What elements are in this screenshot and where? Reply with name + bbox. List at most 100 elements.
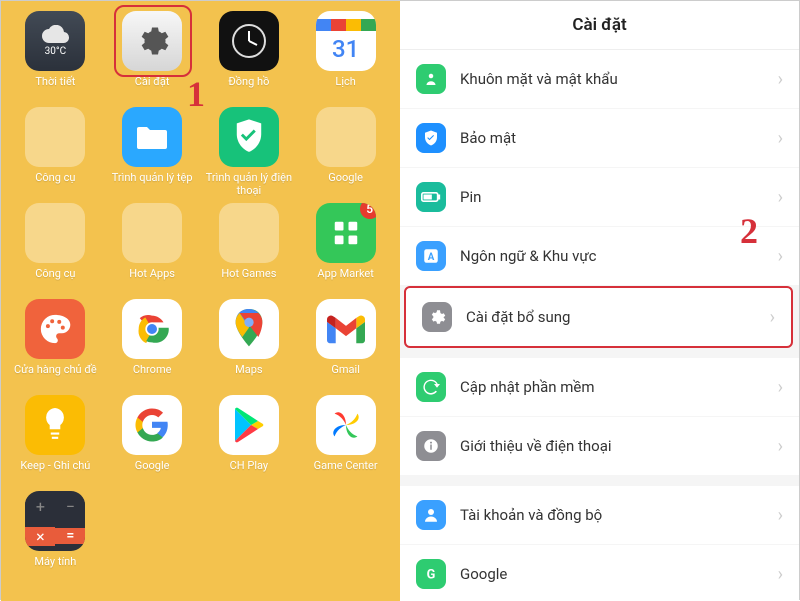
app-label: Chrome bbox=[133, 363, 172, 389]
folder-icon bbox=[316, 107, 376, 167]
gear-icon bbox=[422, 302, 452, 332]
folder-icon bbox=[25, 203, 85, 263]
app-label: Hot Apps bbox=[129, 267, 175, 293]
step-2-label: 2 bbox=[740, 210, 758, 252]
maps-pin-icon bbox=[231, 309, 267, 349]
settings-item-g[interactable]: G Google› bbox=[400, 545, 799, 601]
settings-title: Cài đặt bbox=[400, 1, 799, 50]
app-keep[interactable]: Keep - Ghi chú bbox=[9, 395, 102, 485]
lightbulb-icon bbox=[42, 408, 68, 442]
app-file-manager[interactable]: Trình quản lý tệp bbox=[106, 107, 199, 197]
app-label: Keep - Ghi chú bbox=[20, 459, 90, 485]
gear-icon bbox=[134, 23, 170, 59]
app-game-center[interactable]: Game Center bbox=[299, 395, 392, 485]
settings-item-user[interactable]: Tài khoản và đồng bộ› bbox=[400, 486, 799, 545]
step-1-label: 1 bbox=[187, 73, 205, 115]
settings-screen: Cài đặt Khuôn mặt và mật khẩu›Bảo mật›Pi… bbox=[400, 1, 799, 601]
settings-item-label: Pin bbox=[460, 188, 778, 206]
section-gap bbox=[400, 476, 799, 486]
folder-icon bbox=[122, 203, 182, 263]
gmail-icon bbox=[327, 314, 365, 344]
settings-item-label: Khuôn mặt và mật khẩu bbox=[460, 70, 778, 88]
app-label: App Market bbox=[317, 267, 373, 293]
app-label: Google bbox=[328, 171, 363, 197]
app-google-search[interactable]: Google bbox=[106, 395, 199, 485]
settings-item-update[interactable]: Cập nhật phần mềm› bbox=[400, 358, 799, 417]
folder-icon bbox=[219, 203, 279, 263]
folder-icon bbox=[25, 107, 85, 167]
app-label: Maps bbox=[235, 363, 262, 389]
app-label: Google bbox=[135, 459, 170, 485]
app-market[interactable]: 5 App Market bbox=[299, 203, 392, 293]
update-icon bbox=[416, 372, 446, 402]
google-g-icon bbox=[134, 407, 170, 443]
pinwheel-icon bbox=[327, 406, 365, 444]
shield-check-icon bbox=[232, 118, 266, 156]
app-label: Cửa hàng chủ đề bbox=[14, 363, 97, 389]
app-label: Công cụ bbox=[35, 267, 75, 293]
app-label: Đồng hồ bbox=[228, 75, 269, 101]
folder-tools-1[interactable]: Công cụ bbox=[9, 107, 102, 197]
settings-item-face[interactable]: Khuôn mặt và mật khẩu› bbox=[400, 50, 799, 109]
chevron-right-icon: › bbox=[778, 505, 783, 526]
app-phone-manager[interactable]: Trình quản lý điện thoại bbox=[203, 107, 296, 197]
grid-icon bbox=[331, 218, 361, 248]
section-gap bbox=[400, 348, 799, 358]
clock-icon bbox=[229, 21, 269, 61]
notification-badge: 5 bbox=[360, 203, 376, 219]
chevron-right-icon: › bbox=[778, 187, 783, 208]
settings-item-shield[interactable]: Bảo mật› bbox=[400, 109, 799, 168]
battery-icon bbox=[416, 182, 446, 212]
settings-item-gear[interactable]: Cài đặt bổ sung› bbox=[404, 286, 793, 348]
settings-item-label: Giới thiệu về điện thoại bbox=[460, 437, 778, 455]
settings-item-label: Cài đặt bổ sung bbox=[466, 308, 770, 326]
folder-hot-games[interactable]: Hot Games bbox=[203, 203, 296, 293]
app-gmail[interactable]: Gmail bbox=[299, 299, 392, 389]
app-label: Lịch bbox=[335, 75, 355, 101]
app-label: Gmail bbox=[331, 363, 359, 389]
face-icon bbox=[416, 64, 446, 94]
svg-text:G: G bbox=[427, 568, 436, 583]
settings-item-label: Ngôn ngữ & Khu vực bbox=[460, 247, 778, 265]
app-calculator[interactable]: + − × = Máy tính bbox=[9, 491, 102, 581]
app-clock[interactable]: Đồng hồ bbox=[203, 11, 296, 101]
settings-item-label: Tài khoản và đồng bộ bbox=[460, 506, 778, 524]
app-maps[interactable]: Maps bbox=[203, 299, 296, 389]
app-theme-store[interactable]: Cửa hàng chủ đề bbox=[9, 299, 102, 389]
play-icon bbox=[232, 407, 266, 443]
chevron-right-icon: › bbox=[778, 436, 783, 457]
palette-icon bbox=[38, 312, 72, 346]
app-chrome[interactable]: Chrome bbox=[106, 299, 199, 389]
folder-file-icon bbox=[135, 123, 169, 151]
calendar-date: 31 bbox=[332, 35, 359, 63]
app-label: Game Center bbox=[314, 459, 378, 485]
g-icon: G bbox=[416, 559, 446, 589]
lang-icon: A bbox=[416, 241, 446, 271]
app-label: Hot Games bbox=[221, 267, 276, 293]
chevron-right-icon: › bbox=[778, 69, 783, 90]
app-calendar[interactable]: 31 Lịch bbox=[299, 11, 392, 101]
folder-hot-apps[interactable]: Hot Apps bbox=[106, 203, 199, 293]
settings-item-label: Google bbox=[460, 565, 778, 583]
chevron-right-icon: › bbox=[770, 307, 775, 328]
settings-list[interactable]: Khuôn mặt và mật khẩu›Bảo mật›Pin›ANgôn … bbox=[400, 50, 799, 601]
app-play-store[interactable]: CH Play bbox=[203, 395, 296, 485]
settings-item-info[interactable]: Giới thiệu về điện thoại› bbox=[400, 417, 799, 476]
app-label: Trình quản lý điện thoại bbox=[204, 171, 294, 197]
user-icon bbox=[416, 500, 446, 530]
chevron-right-icon: › bbox=[778, 246, 783, 267]
chrome-icon bbox=[132, 309, 172, 349]
folder-google[interactable]: Google bbox=[299, 107, 392, 197]
app-label: Công cụ bbox=[35, 171, 75, 197]
weather-temp: 30°C bbox=[45, 46, 66, 57]
settings-item-label: Cập nhật phần mềm bbox=[460, 378, 778, 396]
chevron-right-icon: › bbox=[778, 377, 783, 398]
chevron-right-icon: › bbox=[778, 128, 783, 149]
app-weather[interactable]: 30°C Thời tiết bbox=[9, 11, 102, 101]
app-label: Thời tiết bbox=[35, 75, 75, 101]
app-settings[interactable]: Cài đặt bbox=[106, 11, 199, 101]
chevron-right-icon: › bbox=[778, 564, 783, 585]
folder-tools-2[interactable]: Công cụ bbox=[9, 203, 102, 293]
app-label: Cài đặt bbox=[135, 75, 170, 101]
app-label: CH Play bbox=[230, 459, 268, 485]
